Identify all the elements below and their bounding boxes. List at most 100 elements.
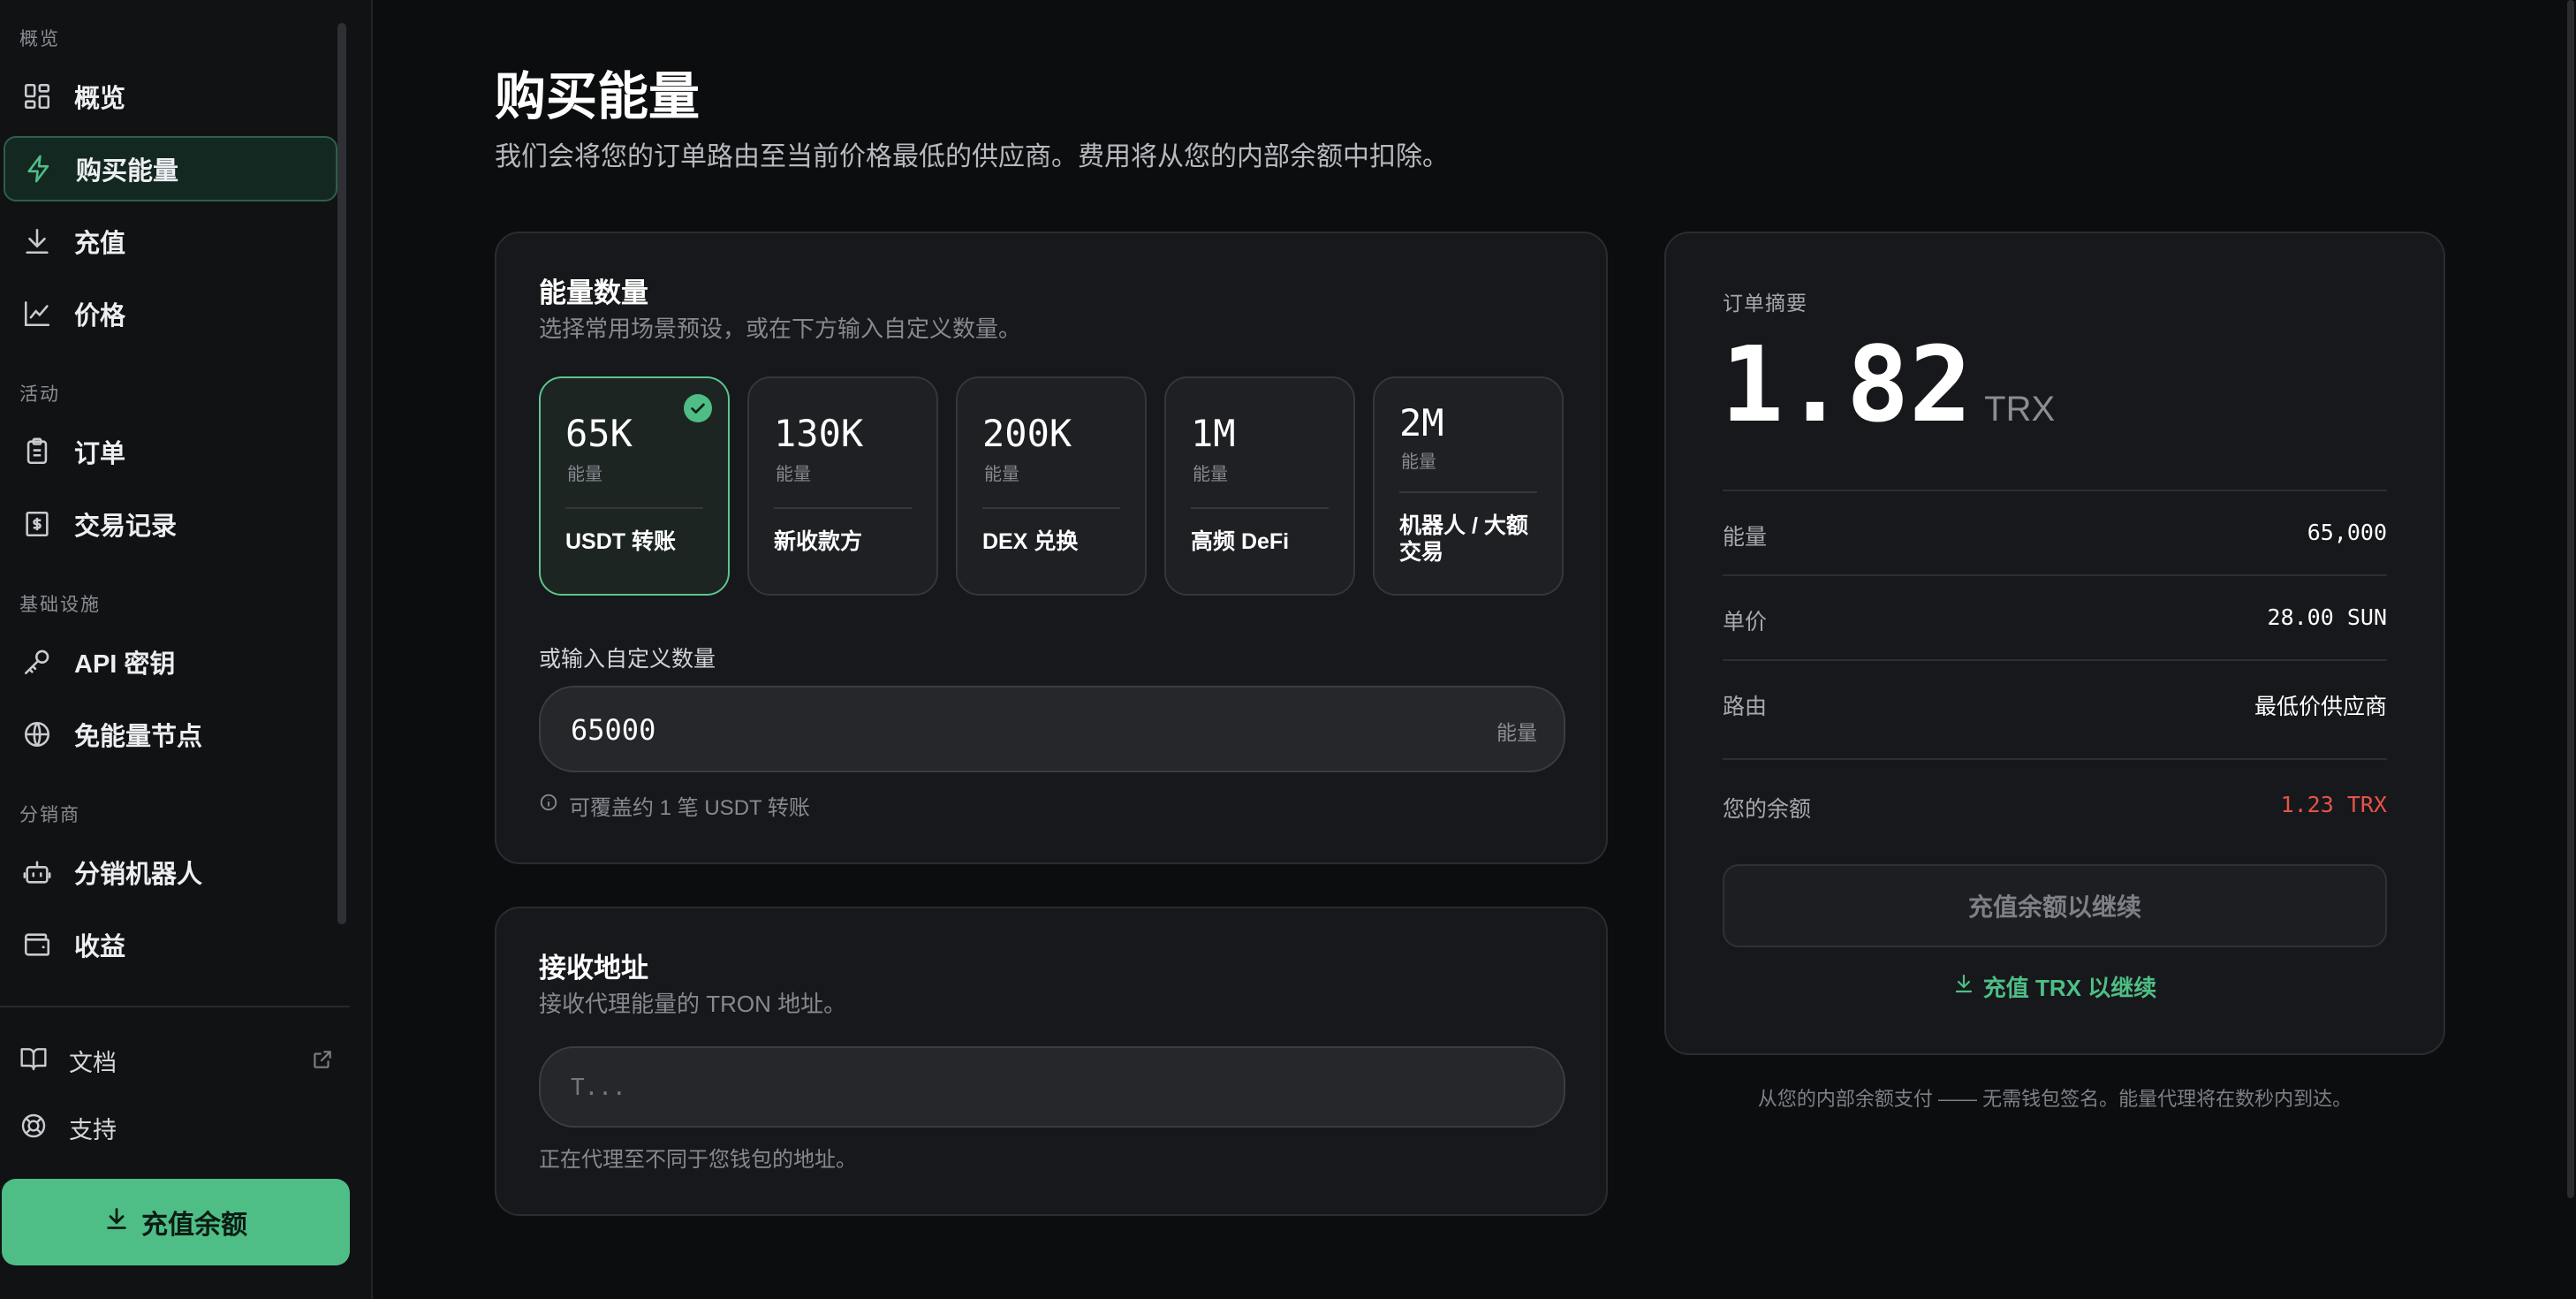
receiving-address-card: 接收地址 接收代理能量的 TRON 地址。 正在代理至不同于您钱包的地址。 [495, 907, 1608, 1216]
sidebar-item-orders[interactable]: 订单 [4, 419, 337, 484]
sidebar-divider [0, 1006, 350, 1007]
preset-1m[interactable]: 1M 能量 高频 DeFi [1164, 376, 1355, 596]
preset-unit: 能量 [1401, 452, 1436, 472]
custom-amount-hint: 可覆盖约 1 笔 USDT 转账 [539, 790, 810, 821]
custom-amount-input[interactable] [569, 687, 1368, 772]
summary-divider [1723, 758, 2387, 760]
preset-200k[interactable]: 200K 能量 DEX 兑换 [956, 376, 1147, 596]
total-amount: 1.82 [1721, 323, 1973, 445]
key-icon [19, 644, 55, 680]
sidebar-item-deposit[interactable]: 充值 [4, 209, 337, 274]
sidebar: 概览 概览 购买能量 充值 价格 活动 订单 交易记录 基础设施 API 密钥 … [0, 0, 373, 1299]
preset-label: USDT 转账 [565, 529, 677, 554]
sidebar-item-label: 充值 [74, 230, 126, 258]
address-input[interactable] [569, 1048, 1368, 1128]
unit-price-key: 单价 [1723, 610, 1768, 634]
summary-divider [1723, 490, 2387, 491]
topup-trx-link[interactable]: 充值 TRX 以继续 [1666, 970, 2443, 1003]
download-icon [1953, 973, 1974, 1000]
energy-card-title: 能量数量 [539, 277, 648, 308]
summary-heading: 订单摘要 [1723, 292, 1807, 315]
receipt-icon [19, 506, 55, 542]
summary-divider [1723, 659, 2387, 661]
page-subtitle: 我们会将您的订单路由至当前价格最低的供应商。费用将从您的内部余额中扣除。 [495, 142, 1449, 171]
lifebuoy-icon [19, 1112, 51, 1143]
section-label-reseller: 分销商 [19, 805, 80, 825]
download-icon [104, 1206, 129, 1238]
preset-label: 新收款方 [774, 529, 863, 554]
preset-divider [1399, 491, 1537, 493]
preset-unit: 能量 [776, 465, 811, 484]
info-icon [539, 793, 558, 818]
preset-amount: 65K [565, 412, 633, 455]
route-key: 路由 [1723, 695, 1768, 719]
sidebar-link-label: 支持 [69, 1116, 117, 1143]
sidebar-item-transactions[interactable]: 交易记录 [4, 491, 337, 557]
balance-value: 1.23 TRX [2280, 792, 2387, 817]
address-card-title: 接收地址 [539, 953, 648, 984]
preset-unit: 能量 [567, 465, 602, 484]
sidebar-item-reseller-bot[interactable]: 分销机器人 [4, 839, 337, 905]
section-label-overview: 概览 [19, 29, 60, 49]
dashboard-grid-icon [19, 79, 55, 114]
energy-value: 65,000 [2307, 520, 2387, 545]
custom-amount-unit: 能量 [1496, 721, 1537, 744]
sidebar-item-pricing[interactable]: 价格 [4, 281, 337, 346]
sidebar-item-label: 免能量节点 [74, 723, 203, 751]
sidebar-item-label: 价格 [74, 302, 126, 330]
bot-icon [19, 855, 55, 890]
sidebar-scrollbar[interactable] [337, 23, 346, 924]
globe-icon [19, 717, 55, 752]
preset-amount: 2M [1399, 401, 1444, 444]
book-icon [19, 1045, 51, 1076]
continue-button-disabled[interactable]: 充值余额以继续 [1723, 864, 2387, 947]
check-icon [684, 394, 712, 422]
preset-label: DEX 兑换 [982, 529, 1079, 554]
energy-card-subtitle: 选择常用场景预设，或在下方输入自定义数量。 [539, 315, 1022, 342]
sidebar-item-buy-energy[interactable]: 购买能量 [4, 136, 337, 201]
page-title: 购买能量 [495, 68, 701, 125]
preset-amount: 200K [982, 412, 1072, 455]
custom-amount-field[interactable]: 能量 [539, 686, 1565, 772]
preset-unit: 能量 [984, 465, 1019, 484]
summary-footnote: 从您的内部余额支付 —— 无需钱包签名。能量代理将在数秒内到达。 [1757, 1088, 2352, 1110]
preset-65k[interactable]: 65K 能量 USDT 转账 [539, 376, 730, 596]
topup-balance-label: 充值余额 [141, 1211, 247, 1240]
order-summary-card: 订单摘要 1.82 TRX 能量 65,000 单价 28.00 SUN 路由 … [1664, 232, 2445, 1055]
sidebar-item-label: 购买能量 [76, 157, 179, 186]
sidebar-item-label: 交易记录 [74, 513, 178, 541]
lightning-icon [21, 151, 57, 186]
sidebar-item-earnings[interactable]: 收益 [4, 912, 337, 977]
sidebar-link-docs[interactable]: 文档 [4, 1032, 348, 1089]
topup-trx-label: 充值 TRX 以继续 [1982, 975, 2157, 1001]
address-note: 正在代理至不同于您钱包的地址。 [539, 1148, 857, 1172]
download-icon [19, 224, 55, 259]
custom-amount-label: 或输入自定义数量 [539, 647, 716, 672]
sidebar-item-label: 概览 [74, 85, 126, 113]
preset-label: 高频 DeFi [1191, 529, 1290, 554]
preset-divider [774, 507, 912, 509]
main-scrollbar[interactable] [2567, 0, 2574, 1198]
section-label-activity: 活动 [19, 384, 60, 405]
hint-text: 可覆盖约 1 笔 USDT 转账 [569, 796, 810, 820]
sidebar-item-overview[interactable]: 概览 [4, 64, 337, 129]
sidebar-item-api-keys[interactable]: API 密钥 [4, 629, 337, 695]
total-currency: TRX [1984, 390, 2056, 429]
clipboard-icon [19, 434, 55, 469]
topup-balance-button[interactable]: 充值余额 [2, 1179, 350, 1265]
line-chart-icon [19, 296, 55, 331]
preset-unit: 能量 [1193, 465, 1228, 484]
summary-divider [1723, 574, 2387, 576]
preset-amount: 130K [774, 412, 864, 455]
unit-price-value: 28.00 SUN [2267, 604, 2387, 630]
sidebar-link-label: 文档 [69, 1049, 117, 1076]
address-field[interactable] [539, 1046, 1565, 1128]
preset-amount: 1M [1191, 412, 1236, 455]
preset-2m[interactable]: 2M 能量 机器人 / 大额交易 [1373, 376, 1564, 596]
sidebar-item-energy-free-node[interactable]: 免能量节点 [4, 702, 337, 767]
sidebar-link-support[interactable]: 支持 [4, 1099, 348, 1156]
preset-130k[interactable]: 130K 能量 新收款方 [747, 376, 938, 596]
sidebar-item-label: API 密钥 [74, 650, 176, 679]
balance-key: 您的余额 [1723, 797, 1812, 822]
route-value: 最低价供应商 [2254, 695, 2387, 719]
